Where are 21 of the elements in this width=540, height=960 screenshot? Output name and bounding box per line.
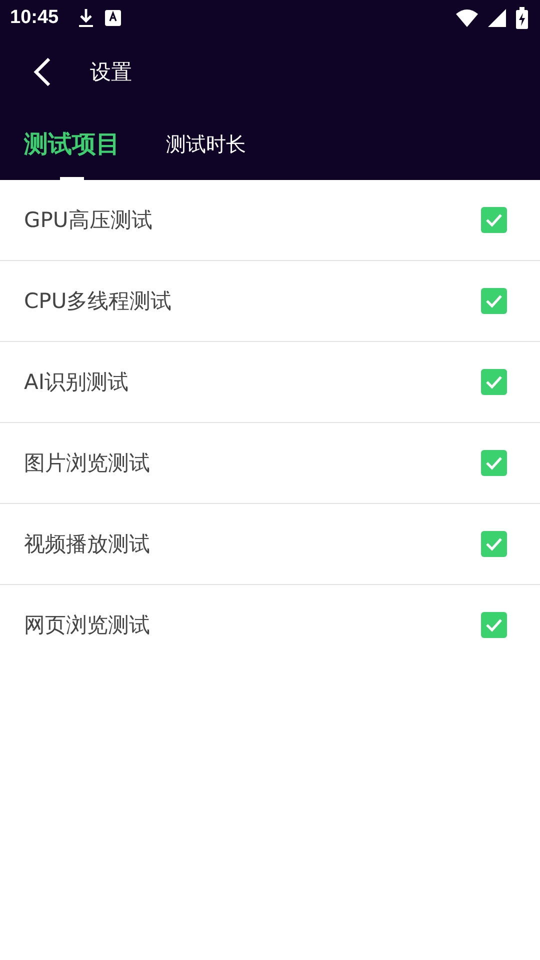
- test-item-label: 网页浏览测试: [24, 612, 151, 639]
- test-item-label: CPU多线程测试: [24, 288, 173, 315]
- wifi-icon: [456, 9, 478, 27]
- tab[interactable]: 测试时长: [158, 108, 254, 180]
- checkbox[interactable]: [481, 369, 507, 395]
- download-icon: [76, 7, 95, 29]
- checkbox[interactable]: [481, 531, 507, 557]
- test-item-label: GPU高压测试: [24, 207, 154, 234]
- battery-icon: [516, 7, 528, 29]
- test-item-label: 视频播放测试: [24, 531, 151, 558]
- checkbox[interactable]: [481, 207, 507, 233]
- signal-icon: [488, 9, 506, 27]
- page-title: 设置: [90, 59, 132, 86]
- tab[interactable]: 测试项目: [16, 108, 128, 180]
- checkbox[interactable]: [481, 450, 507, 476]
- checkbox[interactable]: [481, 288, 507, 314]
- notification-icon: [104, 10, 121, 26]
- test-item-label: 图片浏览测试: [24, 450, 151, 477]
- checkbox[interactable]: [481, 612, 507, 638]
- test-item-label: AI识别测试: [24, 369, 130, 396]
- status-time: 10:45: [10, 7, 59, 29]
